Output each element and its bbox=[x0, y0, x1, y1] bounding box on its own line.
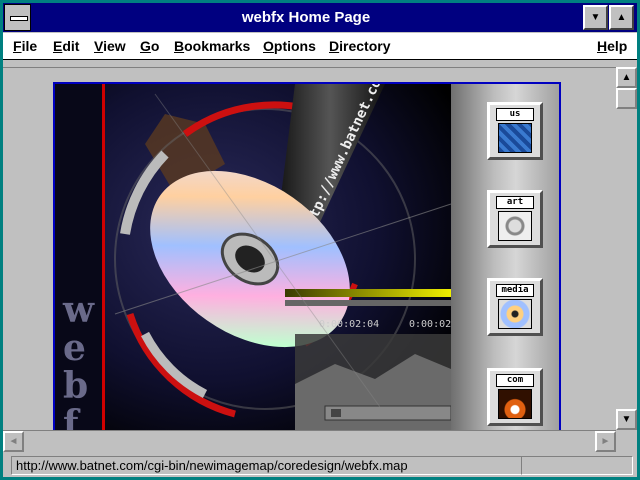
menu-help[interactable]: Help bbox=[597, 38, 627, 54]
nav-label-art: art bbox=[496, 196, 534, 209]
content-top-divider bbox=[3, 61, 616, 68]
video-scrubber bbox=[324, 405, 452, 421]
menu-options[interactable]: Options bbox=[263, 38, 316, 54]
status-url: http://www.batnet.com/cgi-bin/newimagema… bbox=[11, 456, 522, 475]
menu-directory[interactable]: Directory bbox=[329, 38, 390, 54]
globe-icon bbox=[498, 123, 532, 153]
menu-go[interactable]: Go bbox=[140, 38, 159, 54]
window-title: webfx Home Page bbox=[241, 9, 371, 26]
video-scrubber-handle bbox=[331, 409, 341, 417]
vertical-scroll-thumb[interactable] bbox=[616, 88, 637, 109]
timecode-a: 0:00:02:04 bbox=[319, 319, 379, 330]
nav-button-com[interactable]: com bbox=[487, 368, 543, 426]
webfx-imagemap[interactable]: http://www.batnet.com 0:00:02:04 0:00:02 bbox=[53, 82, 561, 430]
side-letter-w: w bbox=[63, 289, 94, 331]
cd-icon bbox=[498, 299, 532, 329]
timecode-b: 0:00:02 bbox=[409, 319, 451, 330]
people-icon bbox=[498, 389, 532, 419]
title-bar[interactable]: webfx Home Page ▼ ▲ bbox=[3, 3, 637, 32]
menu-bar: File Edit View Go Bookmarks Options Dire… bbox=[3, 33, 637, 60]
nav-label-us: us bbox=[496, 108, 534, 121]
side-letter-e: e bbox=[63, 327, 86, 369]
nav-button-art[interactable]: art bbox=[487, 190, 543, 248]
system-menu-icon bbox=[10, 16, 28, 21]
scroll-down-button[interactable]: ▼ bbox=[616, 409, 637, 430]
nav-label-com: com bbox=[496, 374, 534, 387]
yellow-bar bbox=[285, 289, 451, 297]
scroll-left-button[interactable]: ◄ bbox=[3, 431, 24, 452]
nav-button-us[interactable]: us bbox=[487, 102, 543, 160]
browser-window: webfx Home Page ▼ ▲ File Edit View Go Bo… bbox=[0, 0, 640, 480]
scrollbar-corner bbox=[616, 430, 637, 451]
menu-edit[interactable]: Edit bbox=[53, 38, 79, 54]
progress-indicator bbox=[521, 456, 633, 475]
gray-bar bbox=[285, 300, 451, 306]
nav-label-media: media bbox=[496, 284, 534, 297]
horizontal-scrollbar[interactable]: ◄ ► bbox=[3, 430, 616, 452]
status-bar: http://www.batnet.com/cgi-bin/newimagema… bbox=[3, 453, 637, 477]
side-letter-b: b bbox=[63, 365, 89, 407]
sun-face-icon bbox=[498, 211, 532, 241]
page-content-area: http://www.batnet.com 0:00:02:04 0:00:02 bbox=[3, 61, 616, 430]
nav-panel: us art media com bbox=[451, 84, 559, 430]
window-frame: webfx Home Page ▼ ▲ File Edit View Go Bo… bbox=[3, 3, 637, 477]
scroll-up-button[interactable]: ▲ bbox=[616, 67, 637, 88]
menu-file[interactable]: File bbox=[13, 38, 37, 54]
side-letter-f: f bbox=[63, 403, 79, 430]
maximize-button[interactable]: ▲ bbox=[609, 5, 634, 30]
menu-bookmarks[interactable]: Bookmarks bbox=[174, 38, 250, 54]
menu-view[interactable]: View bbox=[94, 38, 126, 54]
minimize-button[interactable]: ▼ bbox=[583, 5, 608, 30]
red-vertical-line bbox=[102, 84, 105, 430]
scroll-right-button[interactable]: ► bbox=[595, 431, 616, 452]
system-menu-button[interactable] bbox=[4, 4, 31, 31]
nav-button-media[interactable]: media bbox=[487, 278, 543, 336]
vertical-scrollbar[interactable]: ▲ ▼ bbox=[616, 67, 637, 430]
